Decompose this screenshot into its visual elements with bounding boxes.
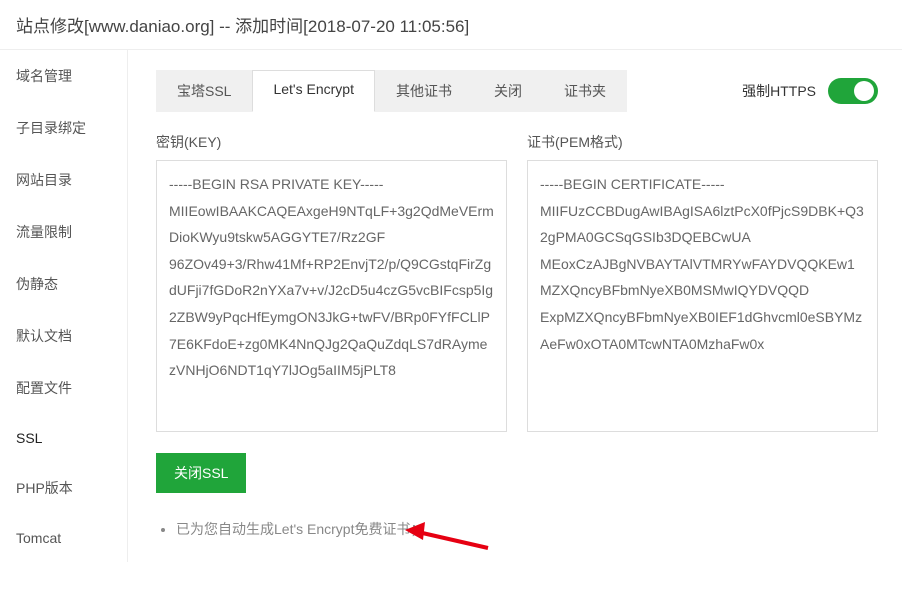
toggle-knob [854,81,874,101]
tab-baota-ssl[interactable]: 宝塔SSL [156,70,252,112]
cert-row: 密钥(KEY) 证书(PEM格式) [156,132,878,435]
sidebar-item-config[interactable]: 配置文件 [0,362,127,414]
main-container: 域名管理 子目录绑定 网站目录 流量限制 伪静态 默认文档 配置文件 SSL P… [0,50,902,562]
force-https-label: 强制HTTPS [742,81,816,101]
sidebar-item-domain[interactable]: 域名管理 [0,50,127,102]
sidebar-item-default-doc[interactable]: 默认文档 [0,310,127,362]
sidebar-item-ssl[interactable]: SSL [0,414,127,462]
force-https-toggle[interactable] [828,78,878,104]
page-title: 站点修改[www.daniao.org] -- 添加时间[2018-07-20 … [0,0,902,50]
close-ssl-button[interactable]: 关闭SSL [156,453,246,493]
main-panel: 宝塔SSL Let's Encrypt 其他证书 关闭 证书夹 强制HTTPS … [128,50,902,562]
info-item: 已为您自动生成Let's Encrypt免费证书； [176,519,878,539]
pem-label: 证书(PEM格式) [527,132,878,152]
sidebar-item-php[interactable]: PHP版本 [0,462,127,514]
tab-cert-folder[interactable]: 证书夹 [543,70,627,112]
tab-close[interactable]: 关闭 [473,70,543,112]
key-textarea[interactable] [156,160,507,432]
pem-column: 证书(PEM格式) [527,132,878,435]
top-row: 宝塔SSL Let's Encrypt 其他证书 关闭 证书夹 强制HTTPS [156,70,878,112]
sidebar-item-webdir[interactable]: 网站目录 [0,154,127,206]
key-column: 密钥(KEY) [156,132,507,435]
tab-lets-encrypt[interactable]: Let's Encrypt [252,70,375,112]
sidebar-item-subdir[interactable]: 子目录绑定 [0,102,127,154]
sidebar-item-traffic[interactable]: 流量限制 [0,206,127,258]
info-list: 已为您自动生成Let's Encrypt免费证书； [156,519,878,539]
ssl-tabs: 宝塔SSL Let's Encrypt 其他证书 关闭 证书夹 [156,70,627,112]
force-https-group: 强制HTTPS [742,78,878,104]
pem-textarea[interactable] [527,160,878,432]
sidebar-item-rewrite[interactable]: 伪静态 [0,258,127,310]
sidebar: 域名管理 子目录绑定 网站目录 流量限制 伪静态 默认文档 配置文件 SSL P… [0,50,128,562]
tab-other-cert[interactable]: 其他证书 [375,70,473,112]
sidebar-item-tomcat[interactable]: Tomcat [0,514,127,562]
key-label: 密钥(KEY) [156,132,507,152]
